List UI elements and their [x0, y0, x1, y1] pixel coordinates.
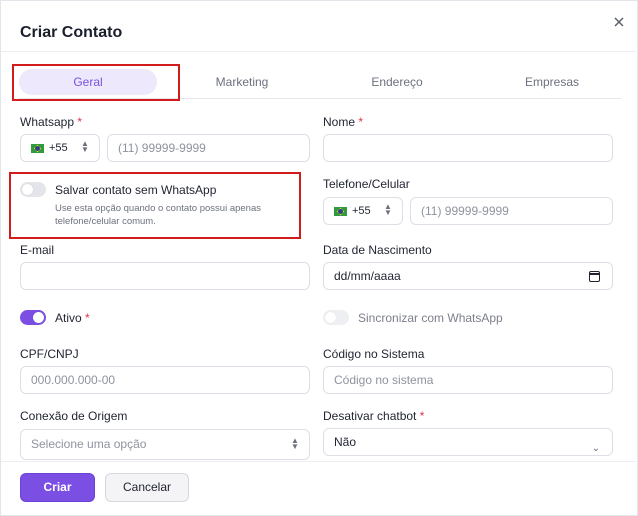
brazil-flag-icon [334, 207, 347, 216]
ativo-toggle[interactable] [20, 310, 46, 325]
chevron-updown-icon: ▲ ▼ [291, 436, 299, 451]
nascimento-input[interactable]: dd/mm/aaaa [323, 262, 613, 290]
nome-input[interactable] [323, 134, 613, 162]
chevron-updown-icon: ▲ ▼ [384, 202, 392, 217]
calendar-icon[interactable] [589, 271, 600, 282]
whatsapp-input[interactable]: (11) 99999-9999 [107, 134, 310, 162]
sincronizar-whatsapp-toggle[interactable] [323, 310, 349, 325]
sincronizar-whatsapp-label: Sincronizar com WhatsApp [358, 311, 503, 325]
salvar-sem-whatsapp-toggle[interactable] [20, 182, 46, 197]
conexao-select[interactable]: Selecione uma opção ▲ ▼ [20, 429, 310, 460]
country-code: +55 [49, 142, 68, 154]
dialog-title: Criar Contato [20, 24, 123, 41]
nascimento-label: Data de Nascimento [323, 243, 432, 257]
codigo-input[interactable]: Código no sistema [323, 366, 613, 394]
highlight-box-tab [12, 64, 180, 101]
footer-divider [1, 461, 638, 462]
header-divider [1, 51, 638, 52]
tab-marketing[interactable]: Marketing [173, 69, 311, 95]
cpf-label: CPF/CNPJ [20, 347, 79, 361]
tab-empresas[interactable]: Empresas [483, 69, 621, 95]
create-contact-dialog: Criar Contato Geral Marketing Endereço E… [0, 0, 638, 516]
whatsapp-country-select[interactable]: +55 ▲ ▼ [20, 134, 100, 162]
chevron-down-icon: ⌄ [591, 443, 600, 454]
whatsapp-label: Whatsapp * [20, 115, 83, 129]
cancel-button[interactable]: Cancelar [105, 473, 189, 502]
tab-endereco[interactable]: Endereço [328, 69, 466, 95]
chatbot-select[interactable]: Não ⌄ [323, 428, 613, 456]
telefone-input[interactable]: (11) 99999-9999 [410, 197, 613, 225]
cpf-input[interactable]: 000.000.000-00 [20, 366, 310, 394]
telefone-country-select[interactable]: +55 ▲ ▼ [323, 197, 403, 225]
close-icon[interactable] [612, 15, 626, 29]
email-label: E-mail [20, 243, 55, 257]
country-code: +55 [352, 205, 371, 217]
codigo-label: Código no Sistema [323, 347, 425, 361]
email-input[interactable] [20, 262, 310, 290]
conexao-label: Conexão de Origem [20, 409, 128, 423]
brazil-flag-icon [31, 144, 44, 153]
telefone-label: Telefone/Celular [323, 177, 410, 191]
salvar-sem-whatsapp-label: Salvar contato sem WhatsApp [55, 183, 217, 197]
nome-label: Nome * [323, 115, 364, 129]
chevron-updown-icon: ▲ ▼ [81, 139, 89, 154]
chatbot-label: Desativar chatbot * [323, 409, 425, 423]
ativo-label: Ativo * [55, 311, 90, 325]
salvar-sem-whatsapp-hint: Use esta opção quando o contato possui a… [55, 203, 261, 227]
create-button[interactable]: Criar [20, 473, 95, 502]
